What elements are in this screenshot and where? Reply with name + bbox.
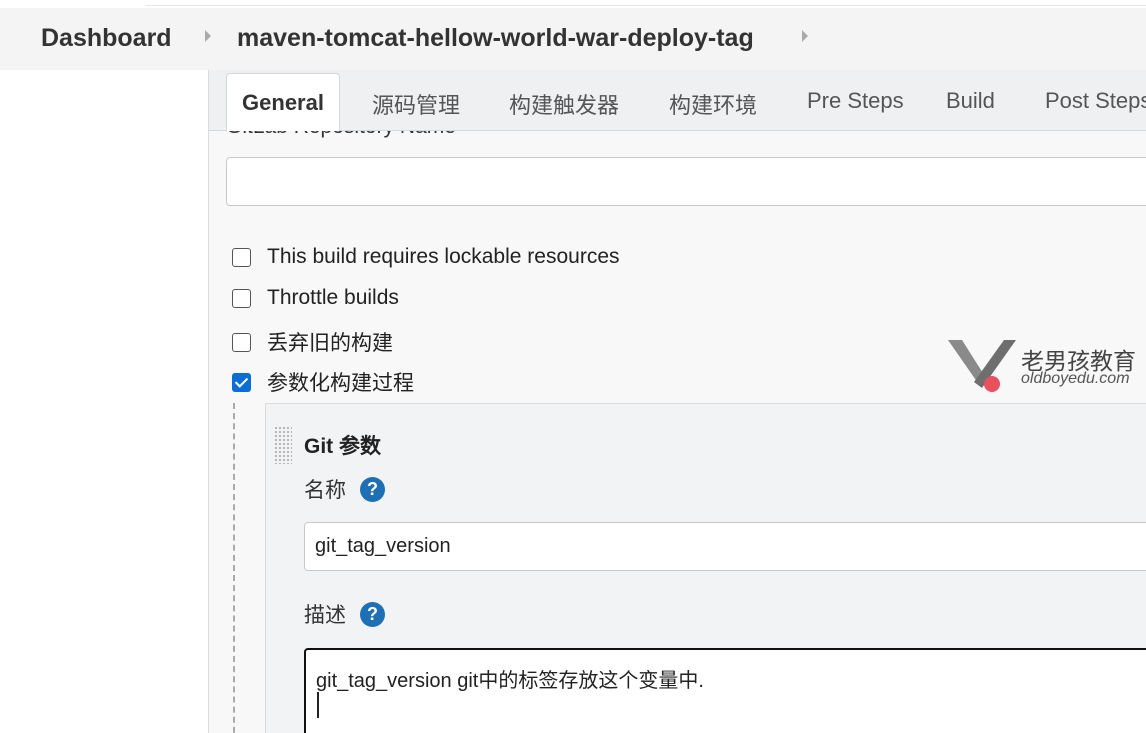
option-parameterized-build[interactable]: 参数化构建过程 xyxy=(232,367,414,397)
config-tabs: General 源码管理 构建触发器 构建环境 Pre Steps Build … xyxy=(209,70,1146,131)
tab-general[interactable]: General xyxy=(226,73,340,131)
desc-label-text: 描述 xyxy=(304,604,346,627)
option-lockable-resources[interactable]: This build requires lockable resources xyxy=(232,245,620,269)
breadcrumb: Dashboard maven-tomcat-hellow-world-war-… xyxy=(0,8,1146,70)
option-label: This build requires lockable resources xyxy=(267,245,620,268)
watermark-logo: 老男孩教育 oldboyedu.com xyxy=(946,338,1146,398)
tab-build-triggers[interactable]: 构建触发器 xyxy=(509,88,619,120)
option-label: 参数化构建过程 xyxy=(267,372,414,395)
job-config-panel: GitLab Repository Name General 源码管理 构建触发… xyxy=(208,70,1146,733)
gitlab-repo-input[interactable] xyxy=(226,157,1146,206)
parameter-description-textarea[interactable]: git_tag_version git中的标签存放这个变量中. xyxy=(304,648,1146,733)
chevron-right-icon[interactable] xyxy=(802,30,808,42)
parameter-title: Git 参数 xyxy=(304,435,381,458)
option-throttle-builds[interactable]: Throttle builds xyxy=(232,286,399,310)
breadcrumb-job[interactable]: maven-tomcat-hellow-world-war-deploy-tag xyxy=(237,24,754,53)
checkbox[interactable] xyxy=(232,332,251,352)
description-text: git_tag_version git中的标签存放这个变量中. xyxy=(316,670,704,692)
help-icon[interactable]: ? xyxy=(360,601,385,627)
option-label: Throttle builds xyxy=(267,286,399,309)
tab-pre-steps[interactable]: Pre Steps xyxy=(807,88,904,114)
description-field-label: 描述 ? xyxy=(304,599,385,629)
logo-mark-icon xyxy=(948,340,1016,392)
checkbox-checked[interactable] xyxy=(232,372,251,392)
parameter-section: Git 参数 名称 ? git_tag_version 描述 ? git_tag… xyxy=(233,403,1146,733)
option-label: 丢弃旧的构建 xyxy=(267,332,393,355)
breadcrumb-dashboard[interactable]: Dashboard xyxy=(41,24,172,53)
tab-post-steps[interactable]: Post Steps xyxy=(1045,88,1146,114)
parameter-name-input[interactable]: git_tag_version xyxy=(304,522,1146,571)
text-cursor xyxy=(317,692,319,718)
tab-source-code[interactable]: 源码管理 xyxy=(372,88,460,120)
checkbox[interactable] xyxy=(232,247,251,267)
name-label-text: 名称 xyxy=(304,479,346,502)
checkbox[interactable] xyxy=(232,288,251,308)
help-icon[interactable]: ? xyxy=(360,476,385,502)
drag-handle-icon[interactable] xyxy=(274,426,292,464)
name-field-label: 名称 ? xyxy=(304,474,385,504)
tab-build-environment[interactable]: 构建环境 xyxy=(669,88,757,120)
git-parameter-panel: Git 参数 名称 ? git_tag_version 描述 ? git_tag… xyxy=(265,403,1146,733)
top-divider xyxy=(145,0,1146,6)
option-discard-old-builds[interactable]: 丢弃旧的构建 xyxy=(232,327,393,357)
tab-build[interactable]: Build xyxy=(946,88,995,114)
watermark-en: oldboyedu.com xyxy=(1021,370,1130,387)
chevron-right-icon[interactable] xyxy=(205,30,211,42)
